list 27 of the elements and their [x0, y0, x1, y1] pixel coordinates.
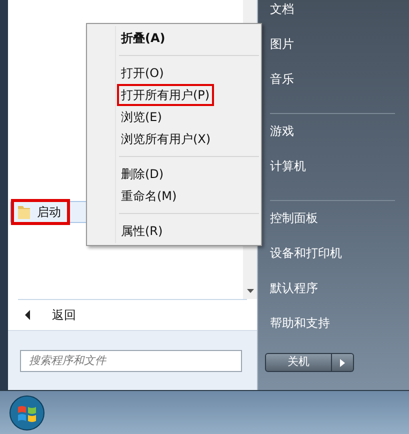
start-orb-icon[interactable]	[9, 394, 45, 430]
places-item[interactable]: 音乐	[270, 70, 294, 88]
search-field[interactable]: 搜索程序和文件	[20, 350, 242, 372]
menu-item[interactable]: 打开(O)	[117, 62, 168, 84]
menu-item[interactable]: 浏览(E)	[117, 106, 166, 128]
places-item[interactable]: 设备和打印机	[270, 244, 342, 262]
places-item[interactable]: 游戏	[270, 122, 294, 140]
menu-item[interactable]: 浏览所有用户(X)	[117, 128, 215, 150]
back-link[interactable]: 返回	[52, 306, 76, 324]
places-item[interactable]: 帮助和支持	[270, 314, 330, 332]
back-arrow-icon[interactable]	[25, 310, 30, 320]
places-item[interactable]: 计算机	[270, 156, 306, 174]
shutdown-button[interactable]: 关机	[265, 353, 332, 372]
program-label: 启动	[37, 204, 61, 221]
down-arrow-icon[interactable]	[246, 289, 254, 293]
menu-item[interactable]: 重命名(M)	[117, 185, 181, 207]
menu-item[interactable]: 删除(D)	[117, 163, 168, 185]
shutdown-options-button[interactable]	[332, 353, 354, 372]
places-item[interactable]: 控制面板	[270, 208, 318, 226]
places-item[interactable]: 默认程序	[270, 278, 318, 296]
places-item[interactable]: 图片	[270, 34, 294, 52]
menu-item[interactable]: 折叠(A)	[117, 27, 170, 49]
menu-item[interactable]: 打开所有用户(P)	[117, 84, 214, 106]
folder-icon	[17, 204, 31, 220]
menu-item[interactable]: 属性(R)	[117, 220, 167, 242]
right-arrow-icon	[340, 358, 345, 366]
places-item[interactable]: 文档	[270, 0, 294, 18]
